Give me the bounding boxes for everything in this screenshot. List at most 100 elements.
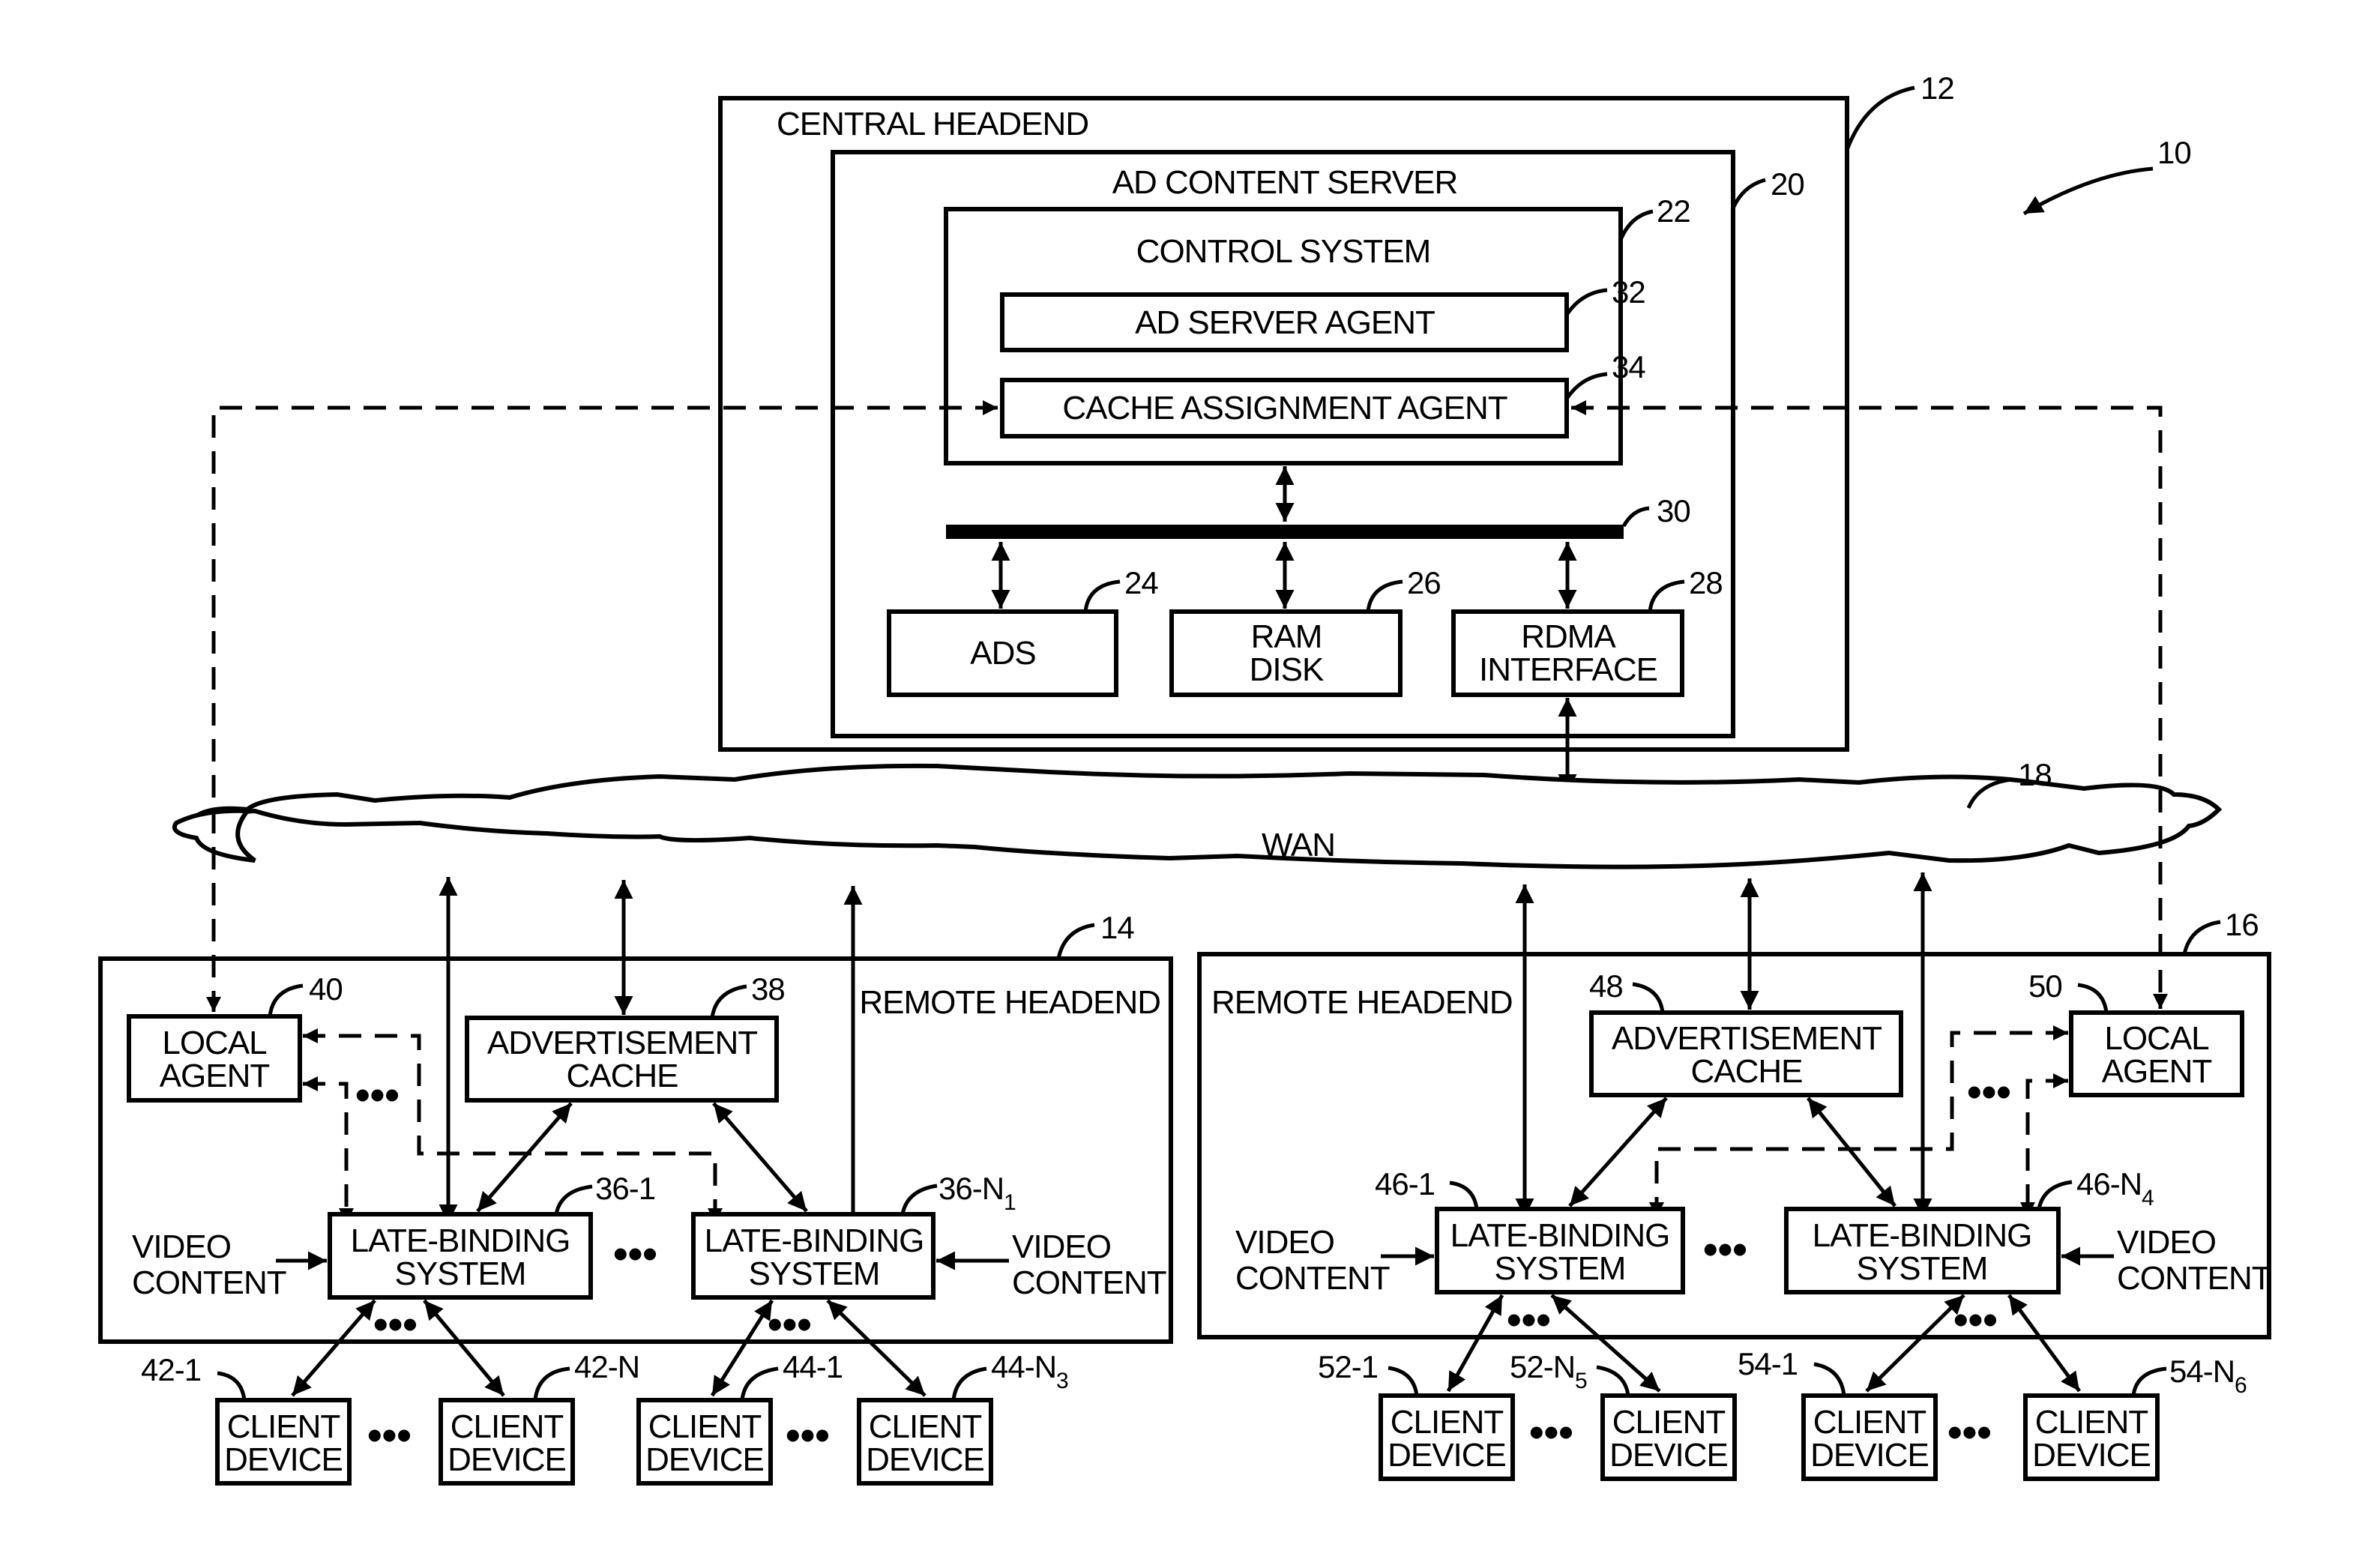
left-group-1-ellipsis: ••• — [367, 1411, 412, 1459]
bus-ref: 30 — [1657, 493, 1690, 528]
central-headend: CENTRAL HEADEND 12 AD CONTENT SERVER 20 … — [718, 70, 1955, 793]
client-device-leader — [2131, 1366, 2167, 1396]
ad-content-server-label: AD CONTENT SERVER — [1112, 164, 1458, 201]
left-client-devices: CLIENT DEVICE 42-1 ••• CLIENT DEVICE 42-… — [141, 1349, 1069, 1486]
local-agent-left-ref: 40 — [309, 971, 343, 1007]
lb-n-to-client-3-right — [1865, 1294, 1965, 1393]
wan-ref: 18 — [2018, 757, 2052, 792]
late-binding-1-right-leader — [1449, 1180, 1479, 1210]
late-binding-1-left-ref: 36-1 — [595, 1171, 655, 1206]
local-agent-right-leader — [2077, 983, 2109, 1013]
client-device-label-1: CLIENT — [1612, 1404, 1726, 1441]
video-content-right-1-label-2: CONTENT — [1235, 1260, 1390, 1297]
ads-ref: 24 — [1124, 565, 1158, 600]
client-device-52-1[interactable]: CLIENT DEVICE 52-1 — [1318, 1349, 1515, 1481]
client-device-ref: 42-1 — [141, 1352, 201, 1387]
remote-headend-left-label: REMOTE HEADEND — [859, 984, 1160, 1021]
client-device-44-n3[interactable]: CLIENT DEVICE 44-N3 — [857, 1349, 1069, 1486]
remote-headend-right-leader — [2182, 920, 2221, 955]
dashed-local-to-lb-1-left — [303, 1076, 354, 1223]
client-device-leader — [533, 1366, 570, 1401]
right-group-1-ellipsis: ••• — [1529, 1408, 1573, 1456]
system-bus — [946, 525, 1624, 539]
ram-disk-label-1: RAM — [1251, 618, 1322, 655]
video-content-right-2-label-1: VIDEO — [2117, 1224, 2216, 1261]
late-binding-n-left-ref: 36-N1 — [939, 1171, 1016, 1215]
lb-n-to-client-4-right — [2007, 1294, 2082, 1393]
video-content-right-2-label-2: CONTENT — [2117, 1260, 2271, 1297]
cache-assignment-agent-leader — [1564, 372, 1608, 400]
local-agent-right-label-1: LOCAL — [2104, 1020, 2209, 1057]
client-device-ref: 42-N — [574, 1349, 639, 1384]
client-device-label-1: CLIENT — [2035, 1404, 2148, 1441]
figure-ref: 10 — [2157, 135, 2191, 170]
late-binding-n-right-leader — [2037, 1180, 2073, 1210]
left-group-2-ellipsis: ••• — [786, 1411, 830, 1459]
cache-assignment-agent-ref: 34 — [1612, 349, 1645, 385]
client-device-leader — [217, 1371, 247, 1401]
client-device-42-n2[interactable]: CLIENT DEVICE 42-N — [439, 1349, 640, 1486]
late-binding-n-left-leader — [900, 1183, 938, 1215]
wan-cloud-shape — [193, 763, 2223, 869]
local-agent-left-ellipsis: ••• — [355, 1071, 400, 1118]
local-agent-right-ref: 50 — [2028, 968, 2062, 1004]
remote-headend-right-ref: 16 — [2225, 907, 2259, 942]
lb-1-to-client-1-left — [291, 1299, 376, 1397]
client-device-label-2: DEVICE — [448, 1441, 566, 1478]
late-binding-1-left-label-1: LATE-BINDING — [351, 1222, 570, 1259]
client-device-label-1: CLIENT — [451, 1408, 564, 1445]
client-device-label-2: DEVICE — [1810, 1437, 1929, 1474]
lb-n-to-client-3-left — [710, 1299, 774, 1397]
remote-headend-left-ref: 14 — [1100, 910, 1134, 945]
client-device-ref: 54-N6 — [2169, 1354, 2247, 1398]
late-binding-n-left-label-2: SYSTEM — [749, 1255, 880, 1292]
rdma-ref: 28 — [1689, 565, 1723, 600]
advertisement-cache-left-ref: 38 — [751, 971, 785, 1007]
bus-leader — [1621, 506, 1650, 528]
local-agent-right-label-2: AGENT — [2102, 1053, 2212, 1090]
rdma-leader — [1648, 579, 1685, 612]
ram-disk-leader — [1366, 579, 1403, 612]
central-headend-ref: 12 — [1920, 70, 1954, 106]
video-content-left-2-label-1: VIDEO — [1012, 1228, 1111, 1265]
advertisement-cache-left-label-1: ADVERTISEMENT — [487, 1025, 757, 1061]
lb-n-right-client-ellipsis: ••• — [1953, 1296, 1998, 1343]
late-binding-1-left-label-2: SYSTEM — [395, 1255, 526, 1292]
client-device-label-2: DEVICE — [224, 1441, 343, 1478]
client-device-label-1: CLIENT — [1391, 1404, 1504, 1441]
ad-server-agent-label: AD SERVER AGENT — [1135, 304, 1435, 341]
client-device-54-n6[interactable]: CLIENT DEVICE 54-N6 — [2023, 1354, 2247, 1481]
client-device-ref: 52-N5 — [1510, 1349, 1587, 1393]
ad-server-agent-leader — [1564, 288, 1608, 316]
ad-cache-to-lb-1-right — [1568, 1097, 1668, 1207]
client-device-42-1[interactable]: CLIENT DEVICE 42-1 — [141, 1352, 352, 1486]
client-device-54-1[interactable]: CLIENT DEVICE 54-1 — [1738, 1346, 1938, 1481]
advertisement-cache-left-leader — [710, 984, 747, 1019]
ram-disk-ref: 26 — [1407, 565, 1441, 600]
client-device-label-1: CLIENT — [648, 1408, 762, 1445]
dashed-link-left-local-agent — [206, 400, 998, 1012]
ad-cache-to-lb-1-left — [476, 1102, 573, 1213]
client-device-label-1: CLIENT — [869, 1408, 982, 1445]
ad-cache-to-lb-n-right — [1807, 1097, 1897, 1207]
client-device-leader — [951, 1366, 987, 1401]
wan-cloud: WAN 18 — [172, 757, 2223, 869]
advertisement-cache-left-label-2: CACHE — [566, 1058, 678, 1094]
ad-server-agent-ref: 32 — [1612, 274, 1645, 310]
client-device-label-1: CLIENT — [227, 1408, 340, 1445]
late-binding-1-right-ref: 46-1 — [1375, 1166, 1435, 1201]
late-binding-left-ellipsis: ••• — [613, 1230, 657, 1277]
control-system-leader — [1618, 209, 1654, 241]
figure-ref-arrow — [2022, 166, 2154, 216]
client-device-ref: 44-N3 — [991, 1349, 1068, 1393]
advertisement-cache-right-label-1: ADVERTISEMENT — [1612, 1020, 1882, 1057]
late-binding-1-right-label-2: SYSTEM — [1495, 1250, 1626, 1287]
rdma-interface-label-1: RDMA — [1521, 618, 1616, 655]
right-client-devices: CLIENT DEVICE 52-1 ••• CLIENT DEVICE 52-… — [1318, 1346, 2247, 1481]
central-headend-leader — [1845, 85, 1915, 151]
client-device-label-2: DEVICE — [645, 1441, 764, 1478]
lb-1-left-client-ellipsis: ••• — [373, 1300, 418, 1348]
late-binding-n-right-label-1: LATE-BINDING — [1813, 1217, 2032, 1254]
ads-label: ADS — [970, 635, 1035, 672]
local-agent-right-ellipsis: ••• — [1967, 1068, 2011, 1115]
